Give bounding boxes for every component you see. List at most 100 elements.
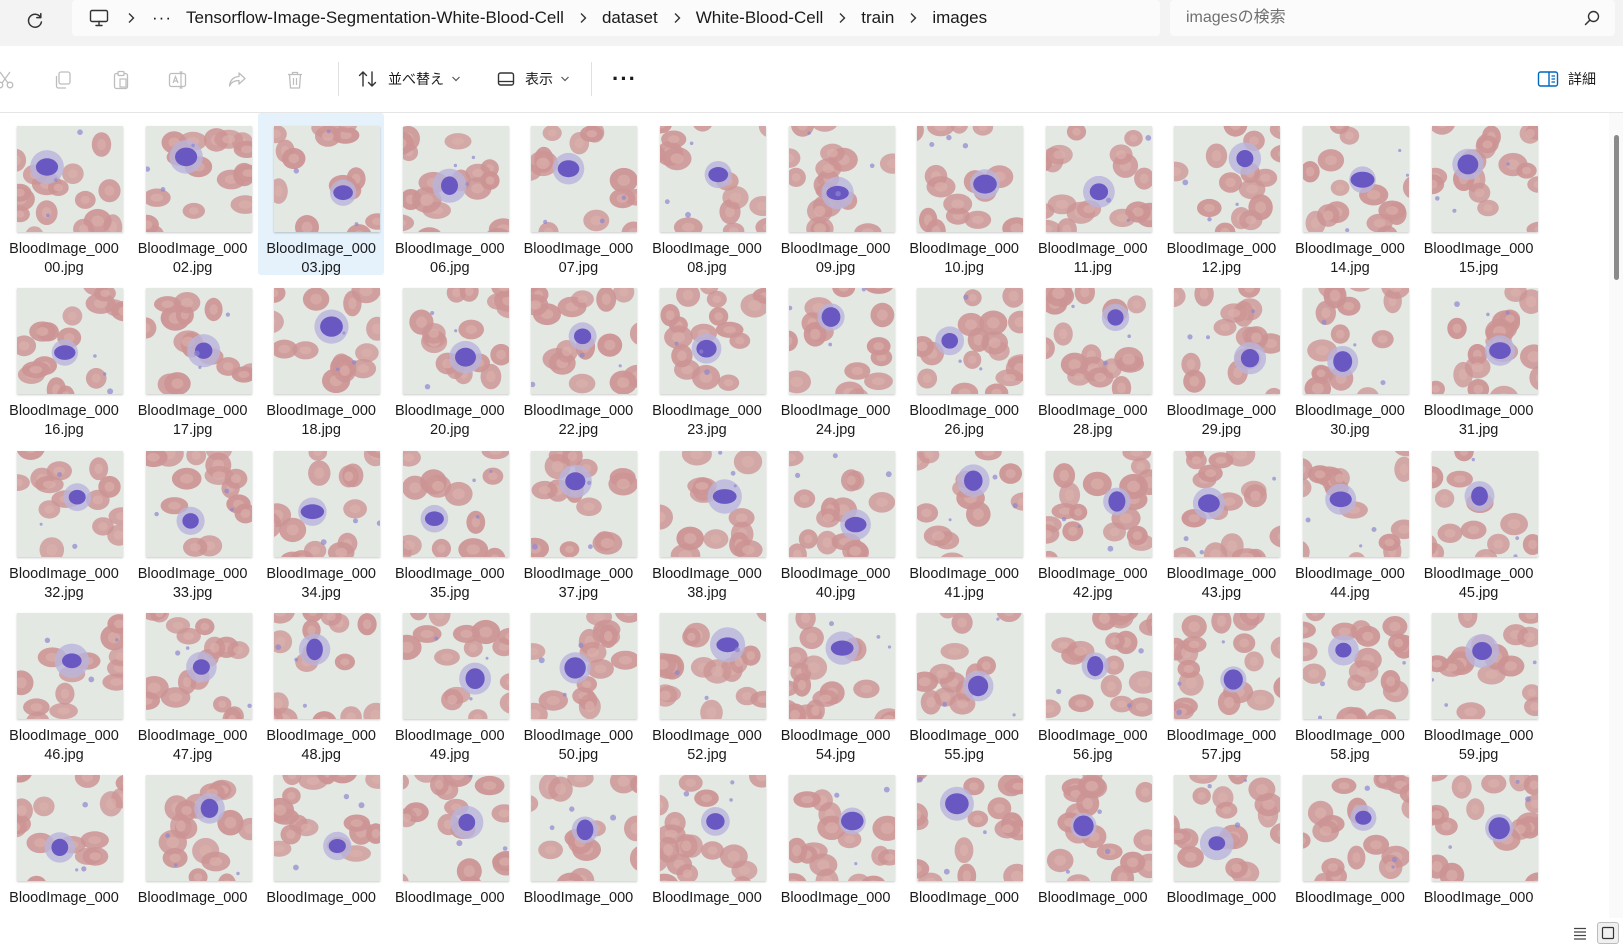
file-item[interactable]: BloodImage_000 08.jpg	[644, 113, 770, 276]
breadcrumb-item-dataset[interactable]: dataset	[602, 8, 658, 28]
file-item[interactable]: BloodImage_000 29.jpg	[1158, 275, 1284, 438]
image-thumbnail	[402, 775, 509, 882]
file-item[interactable]: BloodImage_000 26.jpg	[901, 275, 1027, 438]
file-item[interactable]: BloodImage_000 59.jpg	[1416, 600, 1542, 763]
breadcrumb-item-project[interactable]: Tensorflow-Image-Segmentation-White-Bloo…	[186, 8, 564, 28]
cut-button[interactable]	[0, 69, 16, 91]
file-item[interactable]: BloodImage_000 15.jpg	[1416, 113, 1542, 276]
breadcrumb-item-white-blood-cell[interactable]: White-Blood-Cell	[696, 8, 824, 28]
breadcrumb[interactable]: ··· Tensorflow-Image-Segmentation-White-…	[72, 0, 1160, 36]
file-item[interactable]: BloodImage_000 41.jpg	[901, 438, 1027, 601]
breadcrumb-item-train[interactable]: train	[861, 8, 894, 28]
file-item[interactable]: BloodImage_000 37.jpg	[515, 438, 641, 601]
breadcrumb-separator[interactable]	[823, 12, 861, 24]
file-item[interactable]: BloodImage_000 50.jpg	[515, 600, 641, 763]
file-item[interactable]: BloodImage_000 16.jpg	[1, 275, 127, 438]
file-item[interactable]: BloodImage_000 06.jpg	[387, 113, 513, 276]
search-box[interactable]	[1170, 0, 1615, 36]
file-item[interactable]: BloodImage_000	[515, 762, 641, 918]
file-item[interactable]: BloodImage_000 45.jpg	[1416, 438, 1542, 601]
file-item[interactable]: BloodImage_000 22.jpg	[515, 275, 641, 438]
copy-button[interactable]	[52, 69, 74, 91]
file-name: BloodImage_000 58.jpg	[1287, 727, 1413, 765]
file-item[interactable]: BloodImage_000 46.jpg	[1, 600, 127, 763]
file-item[interactable]: BloodImage_000 12.jpg	[1158, 113, 1284, 276]
file-item[interactable]: BloodImage_000 47.jpg	[130, 600, 256, 763]
refresh-button[interactable]	[20, 6, 50, 36]
file-item[interactable]: BloodImage_000	[1158, 762, 1284, 918]
breadcrumb-separator[interactable]	[112, 12, 150, 24]
file-item[interactable]: BloodImage_000	[1030, 762, 1156, 918]
paste-button[interactable]	[110, 69, 132, 91]
file-item[interactable]: BloodImage_000 02.jpg	[130, 113, 256, 276]
search-icon[interactable]	[1583, 9, 1601, 27]
file-item[interactable]: BloodImage_000 40.jpg	[773, 438, 899, 601]
file-name-line1: BloodImage_000	[1037, 565, 1148, 582]
file-item[interactable]: BloodImage_000 55.jpg	[901, 600, 1027, 763]
file-item[interactable]: BloodImage_000 33.jpg	[130, 438, 256, 601]
file-item[interactable]: BloodImage_000 30.jpg	[1287, 275, 1413, 438]
file-item[interactable]: BloodImage_000 28.jpg	[1030, 275, 1156, 438]
file-item[interactable]: BloodImage_000 52.jpg	[644, 600, 770, 763]
file-item[interactable]: BloodImage_000 57.jpg	[1158, 600, 1284, 763]
see-more-button[interactable]: ···	[612, 64, 637, 94]
file-item[interactable]: BloodImage_000 11.jpg	[1030, 113, 1156, 276]
breadcrumb-separator[interactable]	[658, 12, 696, 24]
sort-button[interactable]: 並べ替え	[357, 64, 461, 94]
file-item[interactable]: BloodImage_000	[130, 762, 256, 918]
image-thumbnail	[1174, 288, 1281, 395]
image-thumbnail	[1431, 612, 1538, 719]
file-item[interactable]: BloodImage_000 00.jpg	[1, 113, 127, 276]
file-item[interactable]: BloodImage_000	[258, 762, 384, 918]
file-item[interactable]: BloodImage_000 56.jpg	[1030, 600, 1156, 763]
file-item[interactable]: BloodImage_000 32.jpg	[1, 438, 127, 601]
file-item[interactable]: BloodImage_000 20.jpg	[387, 275, 513, 438]
file-item[interactable]: BloodImage_000 07.jpg	[515, 113, 641, 276]
file-item[interactable]: BloodImage_000 31.jpg	[1416, 275, 1542, 438]
file-item[interactable]: BloodImage_000 24.jpg	[773, 275, 899, 438]
file-item[interactable]: BloodImage_000	[901, 762, 1027, 918]
vertical-scrollbar[interactable]	[1609, 113, 1623, 918]
share-button[interactable]	[226, 69, 248, 91]
file-item[interactable]: BloodImage_000 54.jpg	[773, 600, 899, 763]
file-item[interactable]: BloodImage_000	[1287, 762, 1413, 918]
file-item[interactable]: BloodImage_000 58.jpg	[1287, 600, 1413, 765]
file-item[interactable]: BloodImage_000 48.jpg	[258, 600, 384, 763]
file-item[interactable]: BloodImage_000 03.jpg	[258, 113, 385, 276]
file-name-line1: BloodImage_000	[1423, 403, 1534, 420]
file-item[interactable]: BloodImage_000 10.jpg	[901, 113, 1027, 276]
breadcrumb-computer[interactable]	[86, 5, 112, 31]
file-item[interactable]: BloodImage_000	[1416, 762, 1542, 918]
file-item[interactable]: BloodImage_000 43.jpg	[1158, 438, 1284, 601]
file-item[interactable]: BloodImage_000 17.jpg	[130, 275, 256, 438]
file-item[interactable]: BloodImage_000 18.jpg	[258, 275, 384, 438]
file-item[interactable]: BloodImage_000 35.jpg	[387, 438, 513, 601]
file-item[interactable]: BloodImage_000 34.jpg	[258, 438, 384, 601]
file-list[interactable]: BloodImage_000 00.jpg BloodImage_000 02.jpg…	[0, 113, 1613, 918]
file-item[interactable]: BloodImage_000 14.jpg	[1287, 113, 1413, 276]
large-icons-view-toggle[interactable]	[1597, 922, 1619, 944]
scrollbar-thumb[interactable]	[1614, 135, 1619, 280]
breadcrumb-item-images[interactable]: images	[932, 8, 987, 28]
file-name-line1: BloodImage_000	[1037, 241, 1148, 257]
file-item[interactable]: BloodImage_000 44.jpg	[1287, 438, 1413, 601]
image-thumbnail	[917, 288, 1024, 395]
details-button[interactable]: 詳細	[1537, 64, 1596, 94]
view-button[interactable]: 表示	[496, 64, 570, 94]
rename-button[interactable]	[168, 69, 190, 91]
breadcrumb-overflow-button[interactable]: ···	[150, 8, 174, 28]
file-item[interactable]: BloodImage_000	[387, 762, 513, 918]
file-item[interactable]: BloodImage_000 23.jpg	[644, 275, 770, 438]
file-item[interactable]: BloodImage_000 09.jpg	[773, 113, 899, 276]
file-item[interactable]: BloodImage_000 42.jpg	[1030, 438, 1156, 601]
file-item[interactable]: BloodImage_000	[773, 762, 899, 918]
file-item[interactable]: BloodImage_000	[1, 762, 127, 918]
details-view-toggle[interactable]	[1571, 924, 1589, 942]
file-item[interactable]: BloodImage_000	[644, 762, 770, 918]
file-item[interactable]: BloodImage_000 49.jpg	[387, 600, 513, 763]
delete-button[interactable]	[284, 69, 306, 91]
breadcrumb-separator[interactable]	[564, 12, 602, 24]
breadcrumb-separator[interactable]	[894, 12, 932, 24]
file-item[interactable]: BloodImage_000 38.jpg	[644, 438, 770, 601]
search-input[interactable]	[1186, 0, 1566, 36]
